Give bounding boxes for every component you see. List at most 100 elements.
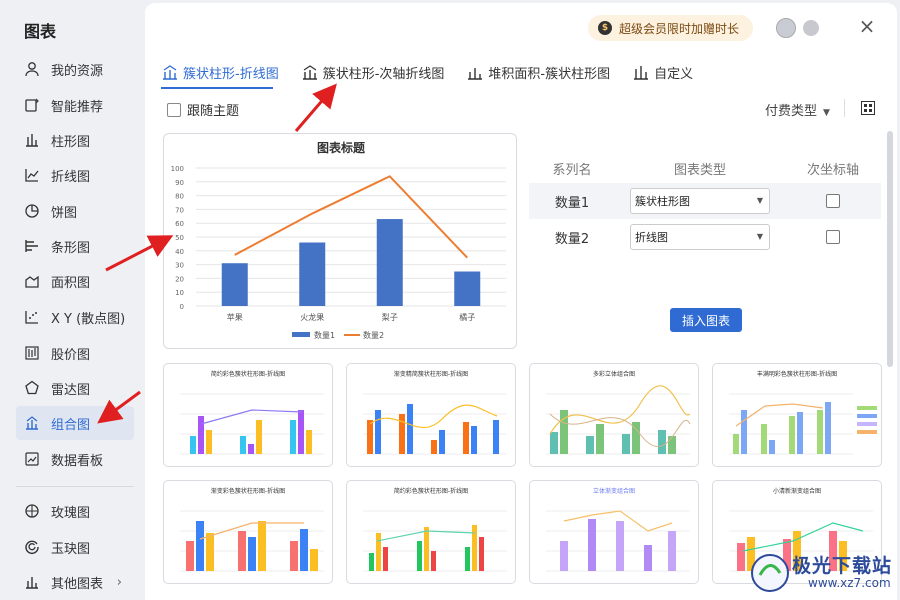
y-tick-label: 70 — [175, 206, 184, 214]
thumbnail-preview — [363, 393, 507, 455]
template-title: 小清新渐变组合图 — [772, 488, 821, 495]
y-tick-label: 80 — [175, 193, 184, 201]
app-title: 图表 — [24, 22, 57, 41]
paid-type-dropdown[interactable]: 付费类型 ▼ — [765, 100, 830, 119]
sidebar-item-scatter[interactable]: X Y (散点图) — [16, 300, 134, 334]
area-chart-icon — [22, 271, 42, 291]
bar — [454, 271, 481, 306]
x-tick-label: 橘子 — [459, 312, 475, 322]
template-thumbnail[interactable]: 简约彩色簇状柱形图-折线图 — [163, 363, 333, 467]
sidebar-item-bar-chart[interactable]: 柱形图 — [16, 123, 134, 157]
secondary-axis-checkbox[interactable] — [826, 194, 840, 208]
series-row: 数量2 折线图 ▼ — [529, 219, 881, 255]
template-thumbnail[interactable]: 渐变彩色簇状柱形图-折线图 — [163, 480, 333, 584]
y-tick-label: 40 — [175, 248, 184, 256]
series-type-select[interactable]: 折线图 ▼ — [630, 224, 770, 250]
template-title: 渐变彩色簇状柱形图-折线图 — [210, 488, 286, 495]
bar — [299, 242, 326, 306]
caret-down-icon: ▼ — [823, 108, 830, 118]
y-tick-label: 50 — [175, 234, 184, 242]
sidebar-item-horizontal-bar[interactable]: 条形图 — [16, 229, 134, 263]
scatter-icon — [22, 307, 42, 327]
y-tick-label: 0 — [180, 303, 184, 311]
paid-type-label: 付费类型 — [765, 104, 818, 119]
active-tab-indicator — [161, 87, 273, 89]
sidebar-item-dashboard[interactable]: 数据看板 — [16, 442, 134, 476]
legend-label: 数量2 — [363, 330, 384, 340]
promo-badge[interactable]: $ 超级会员限时加赠时长 — [588, 15, 753, 41]
sidebar-item-label: 数据看板 — [51, 453, 104, 469]
follow-theme-label: 跟随主题 — [187, 104, 240, 119]
sidebar-item-stock-chart[interactable]: 股价图 — [16, 336, 134, 370]
avatar[interactable] — [776, 18, 796, 38]
template-thumbnail[interactable]: 丰满明彩色簇状柱形图-折线图 — [712, 363, 882, 467]
ring-chart-icon — [22, 537, 42, 557]
sidebar-item-area-chart[interactable]: 面积图 — [16, 264, 134, 298]
tab-stacked-area-clustered-column[interactable]: 堆积面积-簇状柱形图 — [466, 59, 610, 85]
close-icon[interactable]: × — [857, 16, 877, 36]
y-tick-label: 10 — [175, 289, 184, 297]
recommend-icon — [22, 95, 42, 115]
series-type-select[interactable]: 簇状柱形图 ▼ — [630, 188, 770, 214]
sidebar-item-line-chart[interactable]: 折线图 — [16, 158, 134, 192]
stock-chart-icon — [22, 343, 42, 363]
sidebar-item-combo-chart[interactable]: 组合图 — [16, 406, 134, 440]
legend-label: 数量1 — [314, 330, 335, 340]
x-tick-label: 梨子 — [382, 312, 398, 322]
y-tick-label: 90 — [175, 179, 184, 187]
member-badge-icon[interactable] — [803, 20, 819, 36]
follow-theme-option[interactable]: 跟随主题 — [167, 100, 239, 119]
sidebar-item-my-resources[interactable]: 我的资源 — [16, 52, 134, 86]
sidebar-item-label: 面积图 — [51, 275, 91, 291]
x-tick-label: 火龙果 — [300, 312, 324, 322]
template-title: 渐变精简簇状柱形图-折线图 — [393, 371, 469, 378]
sidebar-item-smart-recommend[interactable]: 智能推荐 — [16, 88, 134, 122]
sidebar-item-radar[interactable]: 雷达图 — [16, 371, 134, 405]
secondary-axis-checkbox[interactable] — [826, 230, 840, 244]
watermark-text: 极光下载站 — [792, 555, 893, 577]
y-tick-label: 20 — [175, 275, 184, 283]
template-title: 多彩立体组合图 — [592, 371, 635, 378]
template-thumbnail[interactable]: 渐变精简簇状柱形图-折线图 — [346, 363, 516, 467]
template-thumbnail[interactable]: 立体渐变组合图 — [529, 480, 699, 584]
custom-chart-icon — [634, 66, 649, 80]
tab-label: 簇状柱形-折线图 — [183, 66, 279, 82]
watermark-url: www.xz7.com — [808, 576, 891, 590]
chart-type-tabs: 簇状柱形-折线图 簇状柱形-次轴折线图 堆积面积-簇状柱形图 自定义 — [161, 59, 715, 85]
sidebar-item-rose-chart[interactable]: 玫瑰图 — [16, 494, 134, 528]
horizontal-bar-icon — [22, 236, 42, 256]
sidebar-item-more-charts[interactable]: 其他图表 › — [16, 565, 134, 599]
insert-chart-button[interactable]: 插入图表 — [670, 308, 742, 332]
tab-clustered-column-secondary-line[interactable]: 簇状柱形-次轴折线图 — [301, 59, 444, 85]
template-title: 简约彩色簇状柱形图-折线图 — [393, 488, 469, 495]
sidebar-item-label: 玉玦图 — [51, 541, 91, 557]
bar — [221, 263, 248, 306]
series-settings: 系列名 图表类型 次坐标轴 数量1 簇状柱形图 ▼ 数量2 折线图 ▼ — [529, 153, 881, 255]
template-thumbnail[interactable]: 多彩立体组合图 — [529, 363, 699, 467]
thumbnail-preview — [729, 393, 877, 455]
grid-view-icon[interactable] — [861, 101, 875, 115]
sidebar-item-label: 智能推荐 — [51, 99, 104, 115]
sidebar-divider — [16, 486, 134, 487]
sidebar-item-label: X Y (散点图) — [51, 311, 126, 327]
bar — [376, 219, 403, 306]
sidebar-item-ring-chart[interactable]: 玉玦图 — [16, 530, 134, 564]
tab-clustered-column-line[interactable]: 簇状柱形-折线图 — [161, 59, 279, 85]
scrollbar[interactable] — [887, 131, 893, 367]
caret-down-icon: ▼ — [756, 232, 763, 241]
template-thumbnail[interactable]: 简约彩色簇状柱形图-折线图 — [346, 480, 516, 584]
promo-text: 超级会员限时加赠时长 — [619, 21, 740, 36]
template-title: 立体渐变组合图 — [592, 488, 635, 495]
header-chart-type: 图表类型 — [673, 162, 726, 178]
tab-custom[interactable]: 自定义 — [632, 59, 693, 85]
header-secondary-axis: 次坐标轴 — [806, 162, 859, 178]
caret-down-icon: ▼ — [756, 196, 763, 205]
sidebar-item-pie-chart[interactable]: 饼图 — [16, 194, 134, 228]
combo-chart-icon — [22, 413, 42, 433]
preview-chart-svg: 图表标题 0 10 20 30 40 50 60 70 80 90 100 苹果 火龙果 梨子 橘子数量1 数量… — [171, 140, 506, 340]
thumbnail-preview — [363, 510, 507, 572]
toolbar-divider — [844, 99, 845, 117]
select-value: 簇状柱形图 — [635, 195, 690, 208]
y-tick-label: 30 — [175, 262, 184, 270]
follow-theme-checkbox[interactable] — [167, 102, 181, 117]
